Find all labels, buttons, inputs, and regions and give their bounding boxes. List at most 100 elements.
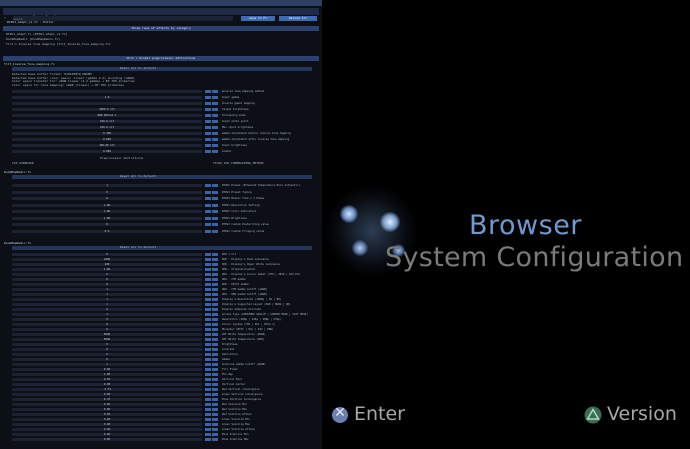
decrement-button[interactable] [205,428,211,432]
decrement-button[interactable] [205,383,211,387]
decrement-button[interactable] [205,283,211,287]
increment-button[interactable] [212,278,218,282]
decrement-button[interactable] [205,229,211,233]
increment-button[interactable] [212,428,218,432]
decrement-button[interactable] [205,433,211,437]
increment-button[interactable] [212,423,218,427]
increment-button[interactable] [212,368,218,372]
increment-button[interactable] [212,338,218,342]
increment-button[interactable] [212,258,218,262]
increment-button[interactable] [212,323,218,327]
increment-button[interactable] [212,114,218,118]
increment-button[interactable] [212,418,218,422]
decrement-button[interactable] [205,120,211,124]
increment-button[interactable] [212,96,218,100]
decrement-button[interactable] [205,203,211,207]
increment-button[interactable] [212,318,218,322]
increment-button[interactable] [212,210,218,214]
decrement-button[interactable] [205,308,211,312]
increment-button[interactable] [212,120,218,124]
reload-button[interactable]: Reload All [279,16,317,21]
effect-item[interactable]: RTPGI_Adapt.fx [RTPGI_Adapt_v1.fx] [6,33,67,36]
decrement-button[interactable] [205,408,211,412]
increment-button[interactable] [212,197,218,201]
setting-field[interactable] [12,102,202,106]
increment-button[interactable] [212,102,218,106]
section-doom2-reset[interactable]: Reset all to default [120,246,156,249]
increment-button[interactable] [212,283,218,287]
effect-item[interactable]: Tilt's Inverse tone mapping [Tilt_Invers… [6,43,111,46]
decrement-button[interactable] [205,126,211,130]
increment-button[interactable] [212,150,218,154]
decrement-button[interactable] [205,393,211,397]
decrement-button[interactable] [205,388,211,392]
decrement-button[interactable] [205,413,211,417]
decrement-button[interactable] [205,353,211,357]
increment-button[interactable] [212,216,218,220]
menu-bar[interactable]: File Edit Settings Debug Help ReShade [0,0,322,16]
increment-button[interactable] [212,398,218,402]
increment-button[interactable] [212,433,218,437]
increment-button[interactable] [212,253,218,257]
section-doom2-title[interactable]: DoomMapRemix.fx [4,242,31,245]
setting-field[interactable] [12,90,202,94]
decrement-button[interactable] [205,358,211,362]
increment-button[interactable] [212,303,218,307]
browser-title[interactable]: Browser [469,210,582,241]
decrement-button[interactable] [205,90,211,94]
decrement-button[interactable] [205,258,211,262]
increment-button[interactable] [212,108,218,112]
increment-button[interactable] [212,90,218,94]
increment-button[interactable] [212,298,218,302]
save-button[interactable]: Save to Fx [241,16,275,21]
increment-button[interactable] [212,403,218,407]
decrement-button[interactable] [205,138,211,142]
increment-button[interactable] [212,223,218,227]
decrement-button[interactable] [205,418,211,422]
increment-button[interactable] [212,126,218,130]
system-configuration-title[interactable]: System Configuration [385,242,683,273]
decrement-button[interactable] [205,278,211,282]
increment-button[interactable] [212,343,218,347]
decrement-button[interactable] [205,114,211,118]
decrement-button[interactable] [205,298,211,302]
increment-button[interactable] [212,293,218,297]
section-tilt-title[interactable]: Tilt_Inverse_Tone_mapping.fx [4,63,55,66]
increment-button[interactable] [212,413,218,417]
decrement-button[interactable] [205,210,211,214]
increment-button[interactable] [212,363,218,367]
decrement-button[interactable] [205,333,211,337]
decrement-button[interactable] [205,348,211,352]
increment-button[interactable] [212,393,218,397]
decrement-button[interactable] [205,253,211,257]
enter-label[interactable]: Enter [354,403,405,425]
decrement-button[interactable] [205,263,211,267]
search-input[interactable] [13,16,233,21]
increment-button[interactable] [212,203,218,207]
decrement-button[interactable] [205,313,211,317]
decrement-button[interactable] [205,328,211,332]
increment-button[interactable] [212,184,218,188]
decrement-button[interactable] [205,132,211,136]
decrement-button[interactable] [205,268,211,272]
increment-button[interactable] [212,353,218,357]
decrement-button[interactable] [205,323,211,327]
decrement-button[interactable] [205,318,211,322]
decrement-button[interactable] [205,423,211,427]
increment-button[interactable] [212,273,218,277]
decrement-button[interactable] [205,368,211,372]
increment-button[interactable] [212,313,218,317]
increment-button[interactable] [212,383,218,387]
increment-button[interactable] [212,348,218,352]
decrement-button[interactable] [205,150,211,154]
increment-button[interactable] [212,333,218,337]
increment-button[interactable] [212,190,218,194]
decrement-button[interactable] [205,293,211,297]
decrement-button[interactable] [205,303,211,307]
decrement-button[interactable] [205,403,211,407]
decrement-button[interactable] [205,96,211,100]
decrement-button[interactable] [205,144,211,148]
decrement-button[interactable] [205,343,211,347]
decrement-button[interactable] [205,373,211,377]
decrement-button[interactable] [205,190,211,194]
